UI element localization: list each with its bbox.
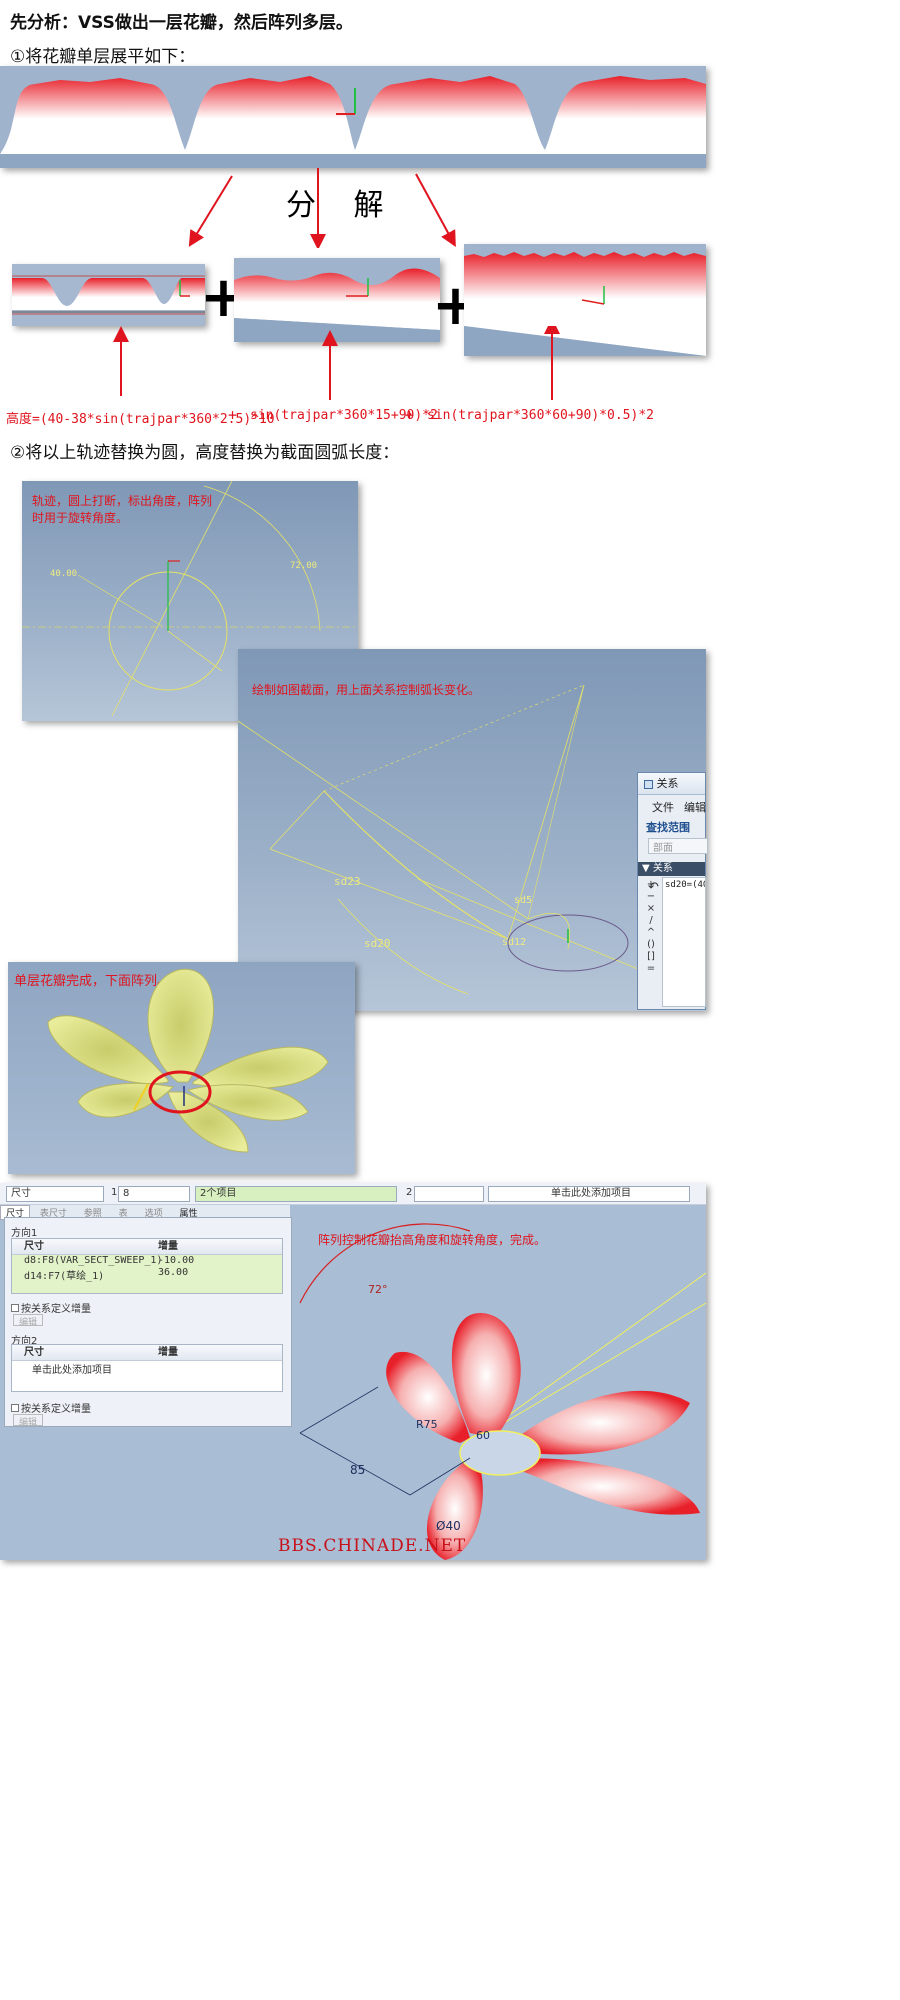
relations-dialog[interactable]: 关系 文件编辑 查找范围 部面 ▼ 关系 ↶ ↷ ✂ + − × / ^ () … (637, 772, 708, 1010)
direction2-label: 2 (406, 1187, 413, 1198)
flattened-petal-screenshot (0, 66, 706, 168)
checkbox-icon[interactable] (11, 1304, 19, 1312)
paren-op-button[interactable]: () (644, 939, 658, 951)
section-sketch-screenshot: 绘制如图截面，用上面关系控制弧长变化。 sd23 sd20 sd5 sd12 (238, 649, 706, 1011)
relations-side-toolbar: + − × / ^ () [] = (644, 879, 658, 975)
direction1-count[interactable]: 8 (118, 1186, 190, 1202)
direction2-placeholder[interactable]: 单击此处添加项目 (32, 1361, 112, 1376)
collapse-triangle-icon: ▼ (642, 863, 650, 874)
relation-checkbox-2[interactable]: 按关系定义增量 (11, 1400, 91, 1415)
edit-button-2[interactable]: 编辑 (13, 1414, 43, 1428)
row2-increment[interactable]: 36.00 (158, 1267, 188, 1278)
height-formula-part3: sin(trajpar*360*60+90)*0.5)*2 (427, 408, 654, 423)
formula-plus-2: + (405, 406, 415, 424)
relation-checkbox-1[interactable]: 按关系定义增量 (11, 1300, 91, 1315)
section-dim-sd20: sd20 (364, 937, 391, 950)
site-watermark: BBS.CHINADE.NET (278, 1536, 467, 1556)
dimension-panel: 方向1 尺寸 增量 d8:F8(VAR_SECT_SWEEP_1) -10.00 d… (4, 1217, 292, 1428)
direction1-heading: 方向1 (11, 1228, 38, 1239)
final-dim-60: 60 (476, 1429, 490, 1442)
plus-op-button[interactable]: + (644, 879, 658, 891)
section-dim-sd12: sd12 (502, 937, 527, 948)
pattern-dashboard: 尺寸 1 8 2个项目 2 单击此处添加项目 (0, 1183, 706, 1205)
relations-section-label: 关系 (652, 863, 673, 874)
row2-dimension: d14:F7(草绘_1) (24, 1271, 105, 1282)
equals-op-button[interactable]: = (644, 963, 658, 975)
edit-button-1[interactable]: 编辑 (13, 1314, 43, 1328)
table-row[interactable]: 单击此处添加项目 (12, 1361, 282, 1376)
multiply-op-button[interactable]: × (644, 903, 658, 915)
flattened-petal-graphic (0, 76, 706, 168)
row1-increment[interactable]: -10.00 (158, 1255, 194, 1266)
pattern-screenshot: 尺寸 1 8 2个项目 2 单击此处添加项目 尺寸 表尺寸 参照 表 选项 属性… (0, 1183, 706, 1560)
formula-plus-1: + (228, 406, 238, 424)
final-dim-dia40: Ø40 (436, 1519, 461, 1533)
direction1-table: 尺寸 增量 d8:F8(VAR_SECT_SWEEP_1) -10.00 d14:F… (11, 1238, 283, 1294)
section-dim-sd23: sd23 (334, 875, 361, 888)
section-dim-sd5: sd5 (514, 895, 533, 906)
formula-arrows (113, 326, 560, 400)
menu-edit[interactable]: 编辑 (684, 801, 706, 814)
scope-select[interactable]: 部面 (648, 838, 708, 854)
step-1-label: ①将花瓣单层展平如下： (10, 47, 196, 67)
minus-op-button[interactable]: − (644, 891, 658, 903)
page-title: 先分析：VSS做出一层花瓣，然后阵列多层。 (10, 13, 353, 33)
search-scope-label: 查找范围 (646, 821, 690, 834)
relations-dialog-titlebar[interactable]: 关系 (638, 773, 705, 795)
relations-dialog-title: 关系 (656, 777, 679, 790)
component-1-screenshot (12, 264, 205, 326)
trajectory-dim-72: 72.00 (290, 561, 318, 571)
final-dim-r75: R75 (416, 1418, 438, 1431)
final-dim-angle: 72° (368, 1283, 388, 1296)
col-increment-header: 增量 (158, 1241, 178, 1252)
col-dimension-header: 尺寸 (24, 1241, 44, 1252)
relations-section-header[interactable]: ▼ 关系 (638, 862, 705, 876)
pattern-type-select[interactable]: 尺寸 (6, 1186, 104, 1202)
power-op-button[interactable]: ^ (644, 927, 658, 939)
table-row[interactable]: d14:F7(草绘_1) 36.00 (12, 1267, 282, 1282)
direction2-add-item[interactable]: 单击此处添加项目 (488, 1186, 690, 1202)
final-note: 阵列控制花瓣抬高角度和旋转角度，完成。 (318, 1233, 547, 1247)
step-2-label: ②将以上轨迹替换为圆，高度替换为截面圆弧长度： (10, 443, 400, 463)
table-row[interactable]: d8:F8(VAR_SECT_SWEEP_1) -10.00 (12, 1255, 282, 1267)
direction2-table: 尺寸 增量 单击此处添加项目 (11, 1344, 283, 1392)
decompose-label: 分 解 (286, 188, 398, 223)
relations-dialog-icon (644, 779, 653, 789)
direction1-items[interactable]: 2个项目 (195, 1186, 397, 1202)
direction1-label: 1 (111, 1187, 118, 1198)
bracket-op-button[interactable]: [] (644, 951, 658, 963)
direction2-count[interactable] (414, 1186, 484, 1202)
col-increment-header-2: 增量 (158, 1347, 178, 1358)
single-layer-petal-screenshot: 单层花瓣完成，下面阵列。 (8, 962, 355, 1174)
final-dim-85: 85 (350, 1463, 366, 1477)
row1-dimension: d8:F8(VAR_SECT_SWEEP_1) (24, 1255, 163, 1266)
divide-op-button[interactable]: / (644, 915, 658, 927)
menu-file[interactable]: 文件 (652, 801, 674, 814)
relations-editor[interactable]: sd20=(40-3 (662, 877, 706, 1007)
col-dimension-header-2: 尺寸 (24, 1347, 44, 1358)
checkbox-icon[interactable] (11, 1404, 19, 1412)
trajectory-dim-40: 40.00 (50, 569, 78, 579)
